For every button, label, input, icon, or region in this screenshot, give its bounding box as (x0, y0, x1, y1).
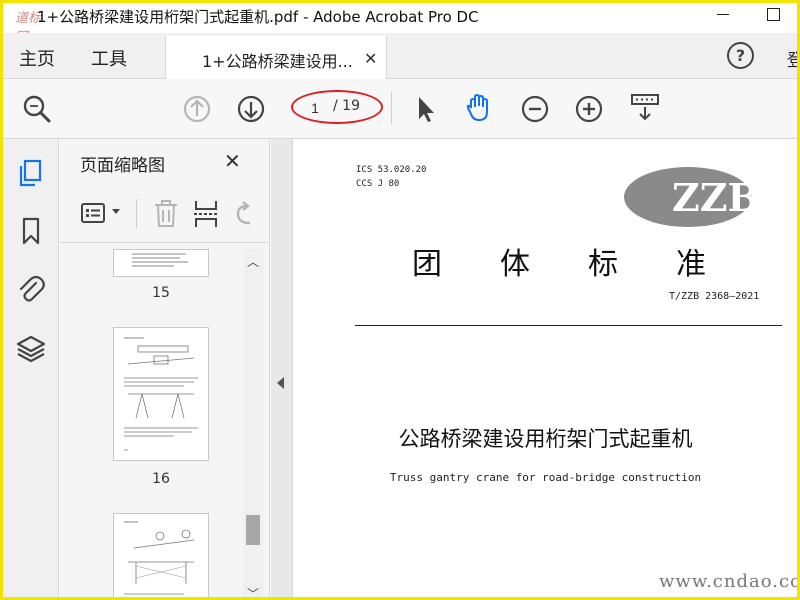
page-thumbnails-icon[interactable] (15, 157, 47, 189)
logo-text: ZZB (672, 175, 760, 220)
thumbnail-options-icon[interactable] (80, 201, 108, 227)
maximize-button[interactable] (761, 3, 791, 31)
undo-icon[interactable] (232, 201, 258, 227)
thumbnail-page-17[interactable] (113, 513, 209, 597)
hand-tool-icon[interactable] (463, 92, 495, 124)
panel-title: 页面缩略图 (80, 156, 165, 176)
doc-ics-code: ICS 53.020.20 (356, 165, 427, 175)
toolbar-separator (391, 91, 392, 125)
window-title: 1+公路桥梁建设用桁架门式起重机.pdf - Adobe Acrobat Pro… (37, 8, 479, 26)
menu-tab-bar: 主页 工具 1+公路桥梁建设用... ✕ ? 登 (3, 33, 797, 80)
zoom-in-icon[interactable] (573, 93, 605, 125)
bookmark-icon[interactable] (15, 215, 47, 247)
thumbnail-preview (132, 253, 188, 267)
highlight-oval (291, 90, 383, 124)
page-down-icon[interactable] (235, 93, 267, 125)
page-up-icon[interactable] (181, 93, 213, 125)
document-tab-label: 1+公路桥梁建设用... (202, 52, 353, 71)
panel-splitter[interactable] (271, 139, 293, 597)
thumbnail-label: 16 (152, 471, 170, 487)
scroll-down-icon[interactable]: ﹀ (247, 585, 259, 597)
thumbnail-panel: 页面缩略图 ✕ 15 16 ︿ ﹀ (60, 139, 270, 597)
insert-page-icon[interactable] (192, 199, 220, 229)
doc-standard-type: 团体标准 (412, 247, 764, 282)
menu-home[interactable]: 主页 (19, 45, 55, 71)
signin-link[interactable]: 登 (787, 46, 797, 71)
main-toolbar: / 19 (3, 79, 797, 139)
layers-icon[interactable] (15, 333, 47, 365)
document-tab[interactable]: 1+公路桥梁建设用... ✕ (165, 36, 387, 80)
zoom-out-icon[interactable] (519, 93, 551, 125)
panel-separator (136, 199, 137, 229)
left-nav-rail (3, 139, 59, 597)
page-navigator: / 19 (291, 90, 385, 124)
doc-ccs-code: CCS J 80 (356, 179, 400, 189)
zzb-logo: ZZB (624, 167, 760, 227)
doc-title-cn: 公路桥梁建设用桁架门式起重机 (398, 427, 693, 451)
doc-title-en: Truss gantry crane for road-bridge const… (389, 471, 702, 484)
acrobat-window: 道标网 1+公路桥梁建设用桁架门式起重机.pdf - Adobe Acrobat… (0, 0, 800, 600)
page-display-icon[interactable] (629, 91, 661, 123)
help-icon[interactable]: ? (727, 42, 754, 69)
title-bar: 道标网 1+公路桥梁建设用桁架门式起重机.pdf - Adobe Acrobat… (3, 3, 797, 45)
thumbnail-preview (124, 521, 195, 595)
thumbnail-scrollbar[interactable]: ︿ ﹀ (243, 249, 263, 597)
attachment-icon[interactable] (15, 273, 47, 305)
collapse-panel-icon[interactable] (277, 377, 284, 389)
search-zoom-icon[interactable] (21, 93, 53, 125)
panel-toolbar (60, 187, 268, 243)
thumbnail-page-16[interactable] (113, 327, 209, 461)
thumbnail-page-15[interactable] (113, 249, 209, 277)
doc-divider (355, 325, 782, 326)
trash-icon[interactable] (152, 199, 180, 229)
thumbnail-label: 15 (152, 285, 170, 301)
doc-standard-code: T/ZZB 2368—2021 (669, 291, 760, 302)
site-watermark: www.cndao.com (659, 571, 797, 592)
close-tab-icon[interactable]: ✕ (364, 49, 377, 68)
document-view[interactable]: ICS 53.020.20 CCS J 80 ZZB 团体标准 T/ZZB 23… (294, 139, 797, 597)
thumbnail-preview (124, 337, 198, 451)
scroll-up-icon[interactable]: ︿ (247, 253, 259, 270)
select-arrow-icon[interactable] (409, 93, 441, 125)
menu-tools[interactable]: 工具 (91, 45, 127, 71)
chevron-down-icon[interactable] (112, 209, 120, 214)
minimize-button[interactable] (709, 3, 739, 31)
close-panel-icon[interactable]: ✕ (224, 149, 241, 173)
scrollbar-thumb[interactable] (246, 515, 260, 545)
